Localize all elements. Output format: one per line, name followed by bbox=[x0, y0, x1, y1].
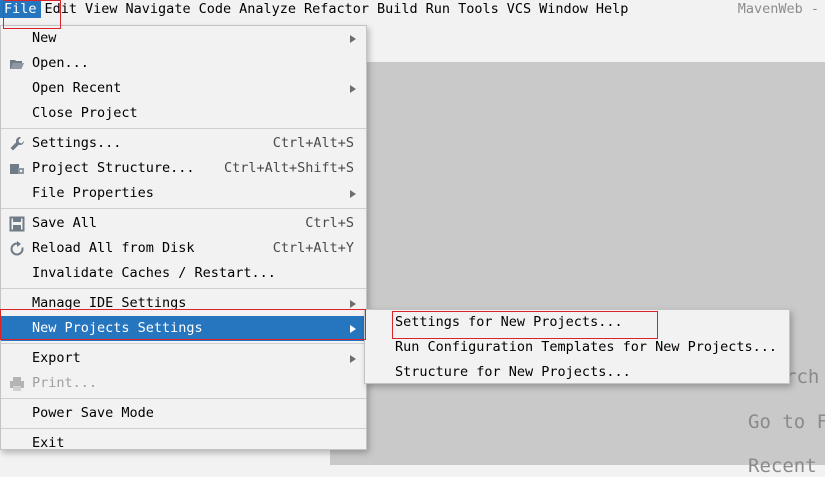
menu-view[interactable]: View bbox=[81, 0, 122, 18]
menu-item-label: Exit bbox=[32, 435, 65, 451]
menu-item-open-recent[interactable]: Open Recent bbox=[1, 76, 366, 101]
menu-separator bbox=[1, 128, 366, 129]
menu-window[interactable]: Window bbox=[535, 0, 592, 18]
menu-item-file-properties[interactable]: File Properties bbox=[1, 181, 366, 206]
menu-item-new-projects-settings[interactable]: New Projects Settings bbox=[1, 316, 366, 341]
menu-item-manage-ide-settings[interactable]: Manage IDE Settings bbox=[1, 291, 366, 316]
menu-item-label: Power Save Mode bbox=[32, 405, 154, 421]
menu-item-shortcut: Ctrl+Alt+S bbox=[272, 135, 354, 151]
search-everywhere-hint: rch bbox=[785, 366, 820, 388]
menu-item-settings[interactable]: Settings... Ctrl+Alt+S bbox=[1, 131, 366, 156]
submenu-arrow-icon bbox=[350, 189, 356, 198]
menu-item-label: Print... bbox=[32, 375, 98, 391]
file-menu-popup: New Open... Open Recent Close Project Se… bbox=[0, 25, 367, 451]
menu-refactor[interactable]: Refactor bbox=[300, 0, 373, 18]
menu-item-label: Structure for New Projects... bbox=[395, 364, 631, 380]
menu-navigate[interactable]: Navigate bbox=[122, 0, 195, 18]
folder-open-icon bbox=[10, 60, 24, 69]
submenu-arrow-icon bbox=[350, 34, 356, 43]
menu-item-exit[interactable]: Exit bbox=[1, 431, 366, 456]
menu-item-export[interactable]: Export bbox=[1, 346, 366, 371]
menu-item-print: Print... bbox=[1, 371, 366, 396]
menu-item-label: Reload All from Disk bbox=[32, 240, 195, 256]
menu-item-shortcut: Ctrl+S bbox=[305, 215, 354, 231]
menu-item-label: New bbox=[32, 30, 57, 46]
menu-item-reload-all[interactable]: Reload All from Disk Ctrl+Alt+Y bbox=[1, 236, 366, 261]
menu-item-close-project[interactable]: Close Project bbox=[1, 101, 366, 126]
editor-empty-area bbox=[330, 62, 825, 465]
menu-bar: File Edit View Navigate Code Analyze Ref… bbox=[0, 0, 825, 18]
menu-code[interactable]: Code bbox=[195, 0, 236, 18]
menu-item-structure-for-new-projects[interactable]: Structure for New Projects... bbox=[365, 360, 789, 385]
submenu-arrow-icon bbox=[350, 84, 356, 93]
menu-item-label: Invalidate Caches / Restart... bbox=[32, 265, 276, 281]
menu-item-shortcut: Ctrl+Alt+Shift+S bbox=[223, 160, 354, 176]
submenu-arrow-icon bbox=[350, 354, 356, 363]
menu-vcs[interactable]: VCS bbox=[503, 0, 535, 18]
menu-item-project-structure[interactable]: Project Structure... Ctrl+Alt+Shift+S bbox=[1, 156, 366, 181]
menu-item-label: Project Structure... bbox=[32, 160, 195, 176]
save-icon bbox=[9, 216, 25, 232]
submenu-arrow-icon bbox=[350, 324, 356, 333]
menu-separator bbox=[1, 428, 366, 429]
menu-tools[interactable]: Tools bbox=[454, 0, 503, 18]
project-structure-icon bbox=[10, 164, 24, 174]
menu-item-invalidate-caches[interactable]: Invalidate Caches / Restart... bbox=[1, 261, 366, 286]
menu-separator bbox=[1, 208, 366, 209]
menu-item-open[interactable]: Open... bbox=[1, 51, 366, 76]
menu-item-label: Manage IDE Settings bbox=[32, 295, 187, 311]
menu-separator bbox=[1, 398, 366, 399]
window-title: MavenWeb - bbox=[737, 1, 819, 17]
menu-item-label: Open Recent bbox=[32, 80, 122, 96]
menu-build[interactable]: Build bbox=[373, 0, 422, 18]
menu-help[interactable]: Help bbox=[592, 0, 633, 18]
menu-item-label: Export bbox=[32, 350, 81, 366]
menu-separator bbox=[1, 343, 366, 344]
menu-item-label: Run Configuration Templates for New Proj… bbox=[395, 339, 778, 355]
menu-edit[interactable]: Edit bbox=[41, 0, 82, 18]
go-to-file-hint: Go to F bbox=[748, 411, 825, 433]
wrench-icon bbox=[10, 137, 24, 151]
menu-analyze[interactable]: Analyze bbox=[235, 0, 300, 18]
menu-item-label: Open... bbox=[32, 55, 89, 71]
menu-item-settings-for-new-projects[interactable]: Settings for New Projects... bbox=[365, 310, 789, 335]
menu-item-label: Close Project bbox=[32, 105, 138, 121]
recent-files-hint: Recent bbox=[748, 455, 817, 477]
menu-item-new[interactable]: New bbox=[1, 26, 366, 51]
menu-file[interactable]: File bbox=[0, 0, 41, 18]
menu-item-shortcut: Ctrl+Alt+Y bbox=[272, 240, 354, 256]
menu-separator bbox=[1, 288, 366, 289]
menu-item-label: Save All bbox=[32, 215, 98, 231]
menu-item-label: Settings for New Projects... bbox=[395, 314, 623, 330]
new-projects-settings-submenu: Settings for New Projects... Run Configu… bbox=[364, 309, 790, 384]
menu-item-label: New Projects Settings bbox=[32, 320, 203, 336]
printer-icon bbox=[10, 377, 24, 391]
submenu-arrow-icon bbox=[350, 299, 356, 308]
menu-item-label: File Properties bbox=[32, 185, 154, 201]
menu-item-run-configuration-templates[interactable]: Run Configuration Templates for New Proj… bbox=[365, 335, 789, 360]
menu-item-label: Settings... bbox=[32, 135, 122, 151]
menu-item-power-save-mode[interactable]: Power Save Mode bbox=[1, 401, 366, 426]
menu-run[interactable]: Run bbox=[422, 0, 454, 18]
reload-icon bbox=[10, 241, 24, 256]
menu-item-save-all[interactable]: Save All Ctrl+S bbox=[1, 211, 366, 236]
